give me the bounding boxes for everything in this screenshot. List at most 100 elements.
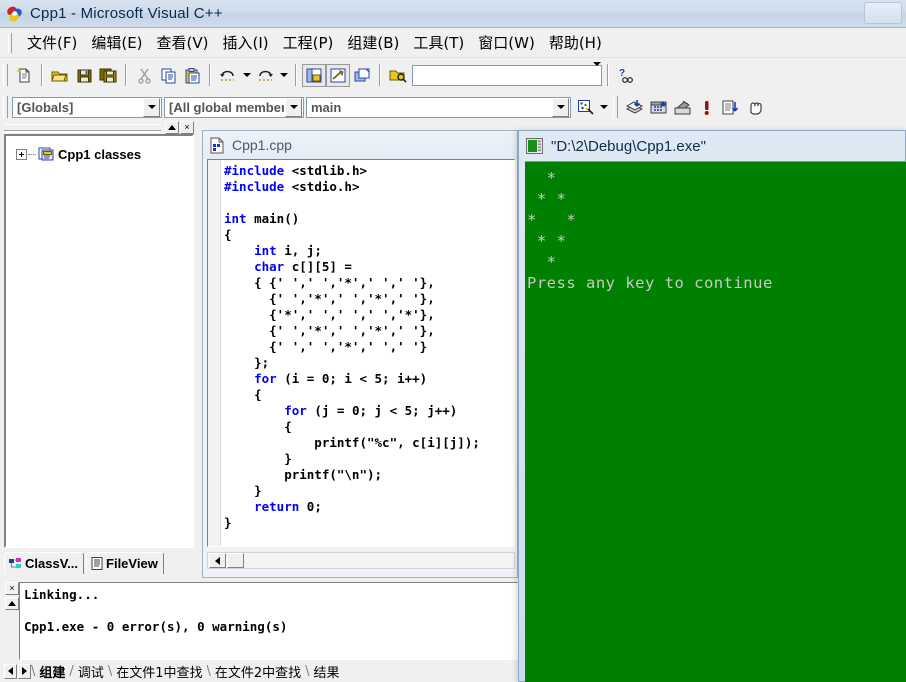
tab-fileview-label: FileView [106,556,158,571]
console-titlebar: "D:\2\Debug\Cpp1.exe" [519,131,905,161]
editor-caption: Cpp1.cpp [203,131,517,159]
editor-window: Cpp1.cpp #include <stdlib.h> #include <st… [202,130,518,578]
editor-text-area[interactable]: #include <stdlib.h> #include <stdio.h> in… [207,159,515,547]
find-in-files-icon[interactable] [386,64,410,87]
output-side-buttons: × [4,582,19,660]
toggle-windows-icon[interactable] [350,64,374,87]
execute-icon[interactable] [694,96,718,119]
code-line: char c[][5] = [254,259,352,274]
filter-combo-dropdown[interactable] [285,97,302,117]
filter-combo-value: [All global member [169,99,284,115]
scroll-up-icon[interactable] [5,597,19,610]
editor-horizontal-scrollbar[interactable] [207,552,515,569]
find-help-icon[interactable]: ? [614,64,638,87]
filter-combo[interactable]: [All global member [164,96,304,118]
cut-scissors-icon[interactable] [132,64,156,87]
wizardbar-grip[interactable] [3,96,8,118]
workspace-window-icon[interactable] [302,63,326,87]
member-combo[interactable]: main [306,96,571,118]
menu-help[interactable]: 帮助(H) [542,30,609,55]
output-window-icon[interactable] [326,63,350,87]
standard-toolbar: ? [0,60,906,90]
undo-dropdown-icon[interactable] [240,64,253,87]
tab-fileview[interactable]: FileView [86,552,164,574]
output-tab-debug[interactable]: 调试 [74,662,108,681]
output-text-area[interactable]: Linking... Cpp1.exe - 0 error(s), 0 warn… [19,582,518,660]
build-toolbar-grip[interactable] [613,96,618,118]
find-combo[interactable] [412,62,602,86]
code-line: } [224,451,292,466]
open-folder-icon[interactable] [48,64,72,87]
output-tab-find-in-files-2[interactable]: 在文件2中查找 [211,662,305,681]
tree-item-cpp1-classes[interactable]: Cpp1 classes [6,145,192,163]
source-code[interactable]: #include <stdlib.h> #include <stdio.h> in… [224,163,480,531]
scroll-left-button[interactable] [209,553,226,568]
wizardbar-action-icon[interactable] [573,96,597,119]
workspace-drag-grip[interactable] [4,123,161,131]
class-combo[interactable]: [Globals] [12,96,162,118]
compile-icon[interactable] [622,96,646,119]
code-line: #include <stdio.h> [224,179,360,194]
workspace-close-button[interactable]: × [180,120,194,134]
hscroll-thumb[interactable] [227,553,244,568]
code-line: { [224,387,262,402]
tree-item-label: Cpp1 classes [58,146,142,162]
save-all-icon[interactable] [96,64,120,87]
toolbar-separator [125,64,127,86]
window-titlebar: Cpp1 - Microsoft Visual C++ [0,0,906,28]
menu-edit[interactable]: 编辑(E) [84,30,149,55]
class-view-tree[interactable]: Cpp1 classes [4,134,194,548]
output-tab-next-button[interactable] [18,663,31,679]
insert-breakpoint-icon[interactable] [742,96,766,119]
console-output: * * * * * * * * Press any key to continu… [527,169,773,292]
editor-selection-margin[interactable] [208,160,221,546]
toolbar-separator [295,64,297,86]
output-tab-build[interactable]: 组建 [35,662,69,681]
find-dropdown-button[interactable] [593,62,601,84]
redo-dropdown-icon[interactable] [277,64,290,87]
output-tab-find-in-files-1[interactable]: 在文件1中查找 [112,662,206,681]
output-tab-results[interactable]: 结果 [310,662,344,681]
redo-icon[interactable] [253,64,277,87]
wizardbar-dropdown-icon[interactable] [597,96,610,119]
menu-file[interactable]: 文件(F) [20,30,84,55]
class-combo-dropdown[interactable] [143,97,160,117]
stop-build-icon[interactable] [670,96,694,119]
new-document-icon[interactable] [12,64,36,87]
code-line: printf("\n"); [224,467,383,482]
workspace-pane: × Cpp1 classes ClassV... FileView [4,120,194,576]
close-output-icon[interactable]: × [5,582,19,595]
output-pane: × Linking... Cpp1.exe - 0 error(s), 0 wa… [4,582,518,682]
menu-view[interactable]: 查看(V) [150,30,216,55]
output-tab-prev-button[interactable] [4,663,17,679]
undo-icon[interactable] [216,64,240,87]
tab-classview[interactable]: ClassV... [4,552,85,574]
code-line: #include <stdlib.h> [224,163,368,178]
code-line: int main() [224,211,300,226]
visual-cpp-icon [6,5,24,23]
save-icon[interactable] [72,64,96,87]
console-screen[interactable]: * * * * * * * * Press any key to continu… [525,161,906,682]
go-icon[interactable] [718,96,742,119]
workspace-restore-button[interactable] [165,120,179,134]
menubar-grip[interactable] [8,32,12,53]
copy-icon[interactable] [156,64,180,87]
member-combo-dropdown[interactable] [552,97,569,117]
window-title: Cpp1 - Microsoft Visual C++ [30,5,223,22]
menu-build[interactable]: 组建(B) [340,30,406,55]
standard-toolbar-grip[interactable] [3,64,8,86]
menu-project[interactable]: 工程(P) [276,30,341,55]
menu-insert[interactable]: 插入(I) [216,30,276,55]
wizardbar-toolbar: [Globals] [All global member main [0,92,906,122]
code-line: {' ','*',' ','*',' '}, [224,323,435,338]
window-control-buttons[interactable] [864,2,902,24]
code-line: } [224,515,232,530]
menu-window[interactable]: 窗口(W) [471,30,542,55]
code-line: }; [224,355,270,370]
expand-plus-icon[interactable] [16,148,27,160]
menu-tools[interactable]: 工具(T) [406,30,471,55]
paste-icon[interactable] [180,64,204,87]
source-file-icon [209,137,225,154]
build-icon[interactable] [646,96,670,119]
code-line: {' ',' ','*',' ',' '} [224,339,428,354]
